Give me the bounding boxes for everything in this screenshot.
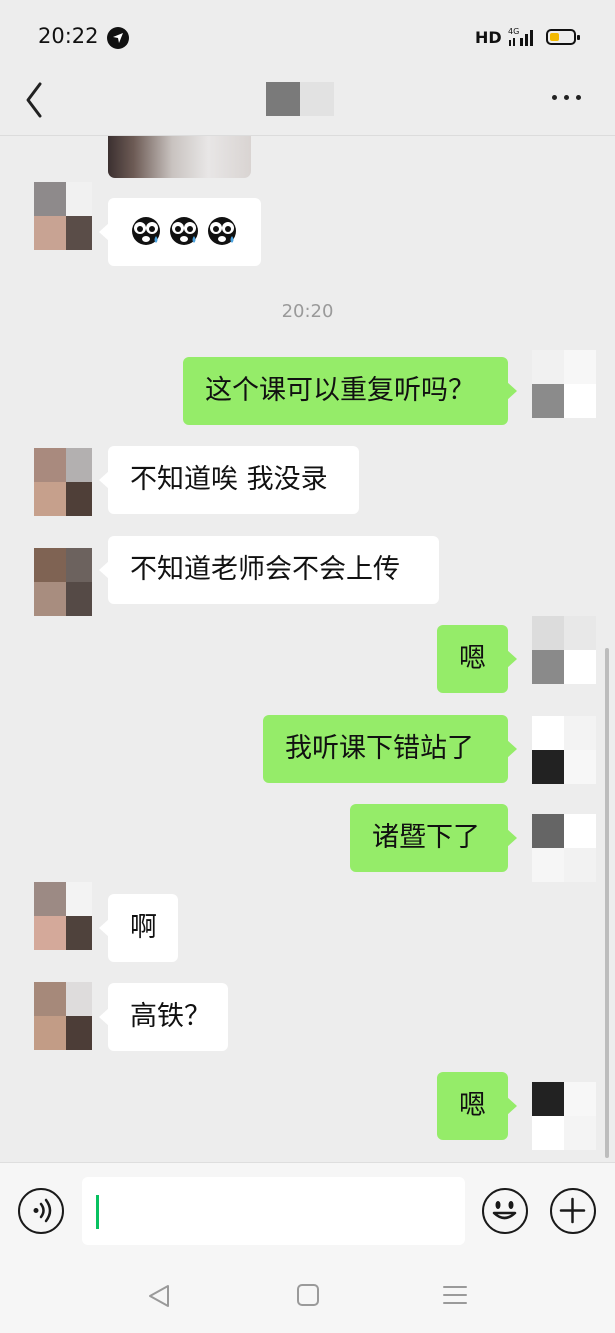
message-timestamp: 20:20 bbox=[281, 301, 334, 322]
emoji-button[interactable] bbox=[482, 1188, 528, 1234]
chat-scrollbar[interactable] bbox=[605, 648, 609, 1158]
sent-message-bubble[interactable]: 嗯 bbox=[437, 625, 517, 693]
status-time: 20:22 bbox=[38, 24, 99, 48]
back-button[interactable] bbox=[20, 80, 50, 120]
received-message-bubble[interactable]: 高铁？ bbox=[99, 983, 228, 1051]
chat-area[interactable]: 20:20 这个课可以重复听吗？ 不知道唉 我没录 不知道老师会不会上传 嗯 我… bbox=[0, 136, 615, 1162]
my-avatar[interactable] bbox=[532, 814, 596, 882]
my-avatar[interactable] bbox=[532, 616, 596, 684]
signal-icon: 4G bbox=[508, 27, 533, 46]
sent-message-bubble[interactable]: 诸暨下了 bbox=[350, 804, 517, 872]
message-input[interactable] bbox=[82, 1177, 465, 1245]
navigation-arrow-icon bbox=[107, 27, 129, 49]
contact-avatar[interactable] bbox=[28, 882, 92, 950]
nav-back-icon[interactable] bbox=[146, 1283, 172, 1309]
chat-title-avatar[interactable] bbox=[266, 82, 334, 116]
chat-header bbox=[0, 70, 615, 136]
more-options-button[interactable] bbox=[550, 92, 584, 106]
status-bar: 20:22 HD 4G bbox=[0, 0, 615, 70]
emoji-message-bubble[interactable] bbox=[99, 198, 261, 266]
battery-icon bbox=[546, 29, 580, 45]
sent-message-bubble[interactable]: 嗯 bbox=[437, 1072, 517, 1140]
chevron-left-icon bbox=[26, 82, 42, 118]
crying-face-emoji-icon bbox=[208, 217, 236, 245]
image-message[interactable] bbox=[108, 136, 251, 178]
received-message-bubble[interactable]: 不知道唉 我没录 bbox=[99, 446, 359, 514]
my-avatar[interactable] bbox=[532, 1082, 596, 1150]
crying-face-emoji-icon bbox=[132, 217, 160, 245]
contact-avatar[interactable] bbox=[28, 448, 92, 516]
contact-avatar[interactable] bbox=[28, 982, 92, 1050]
sent-message-bubble[interactable]: 我听课下错站了 bbox=[263, 715, 517, 783]
plus-icon bbox=[559, 1197, 586, 1224]
system-nav-bar bbox=[0, 1258, 615, 1333]
nav-home-icon[interactable] bbox=[296, 1283, 320, 1307]
received-message-bubble[interactable]: 不知道老师会不会上传 bbox=[99, 536, 439, 604]
contact-avatar[interactable] bbox=[28, 548, 92, 616]
crying-face-emoji-icon bbox=[170, 217, 198, 245]
smiley-icon bbox=[492, 1201, 517, 1220]
my-avatar[interactable] bbox=[532, 716, 596, 784]
received-message-bubble[interactable]: 啊 bbox=[99, 894, 178, 962]
text-caret bbox=[96, 1195, 99, 1229]
contact-avatar[interactable] bbox=[28, 182, 92, 250]
input-bar bbox=[0, 1162, 615, 1258]
sent-message-bubble[interactable]: 这个课可以重复听吗？ bbox=[183, 357, 517, 425]
network-hd-label: HD bbox=[475, 28, 502, 47]
network-type-label: 4G bbox=[508, 27, 519, 36]
more-functions-button[interactable] bbox=[550, 1188, 596, 1234]
voice-icon bbox=[33, 1198, 52, 1223]
voice-input-button[interactable] bbox=[18, 1188, 64, 1234]
nav-menu-icon[interactable] bbox=[443, 1283, 467, 1307]
my-avatar[interactable] bbox=[532, 350, 596, 418]
